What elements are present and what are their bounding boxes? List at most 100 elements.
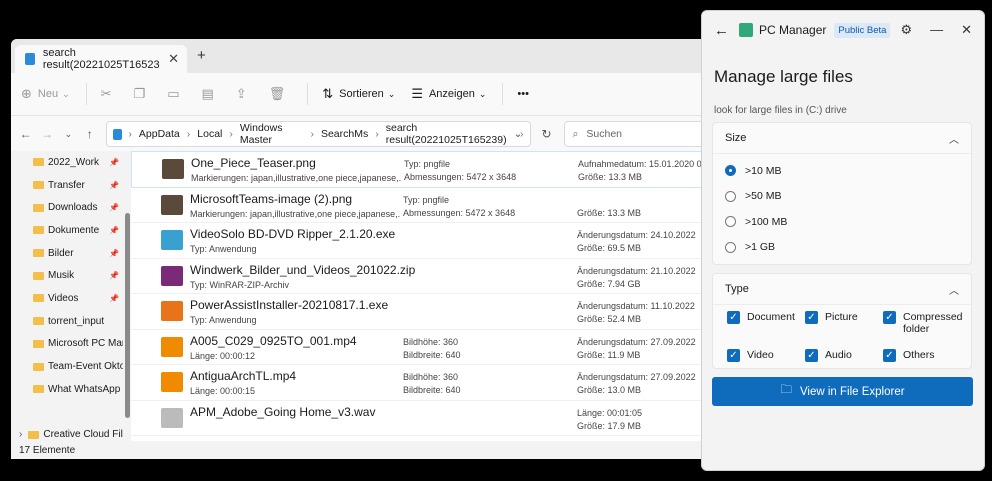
checkbox-checked-icon[interactable]: ✓ (727, 311, 740, 324)
back-arrow-icon[interactable]: ← (714, 22, 729, 39)
breadcrumb-windows-master[interactable]: Windows Master (240, 122, 304, 146)
share-button[interactable]: ⇪ (236, 86, 253, 102)
new-tab-icon[interactable]: + (197, 47, 206, 64)
checkbox-checked-icon[interactable]: ✓ (805, 311, 818, 324)
new-button[interactable]: ⊕ Neu ⌄ (21, 86, 70, 102)
more-button[interactable]: ••• (517, 88, 529, 100)
file-row[interactable]: APM_Adobe_Going Home_v3.wav Länge: 00:01:… (131, 401, 711, 436)
type-option[interactable]: ✓ Audio (805, 349, 883, 362)
explorer-tab[interactable]: search result(20221025T16523 ✕ (15, 45, 187, 73)
forward-arrow-icon[interactable]: → (36, 127, 57, 141)
breadcrumb-search-result[interactable]: search result(20221025T165239) (386, 122, 513, 146)
checkbox-checked-icon[interactable]: ✓ (883, 311, 896, 324)
minimize-icon[interactable]: — (930, 22, 943, 38)
rename-button[interactable]: ▤ (202, 86, 220, 102)
size-section-header[interactable]: Size ︿ (713, 123, 971, 154)
file-name: One_Piece_Teaser.png (191, 156, 316, 170)
copy-icon: ❐ (133, 86, 146, 101)
refresh-icon[interactable]: ↻ (541, 127, 551, 141)
close-icon[interactable]: ✕ (961, 22, 972, 38)
delete-button[interactable]: 🗑 (269, 86, 292, 102)
sidebar-item[interactable]: Microsoft PC Manag (11, 333, 123, 356)
sidebar-item[interactable]: torrent_input (11, 310, 123, 333)
file-row[interactable]: One_Piece_Teaser.png Markierungen: japan,… (131, 151, 711, 188)
radio-button[interactable] (725, 241, 736, 253)
radio-button[interactable] (725, 216, 736, 228)
chevron-right-icon: › (375, 128, 379, 140)
paste-button[interactable]: ▭ (167, 86, 185, 102)
chevron-up-icon[interactable]: ︿ (949, 282, 959, 297)
sidebar-item[interactable]: Transfer 📌 (11, 174, 123, 197)
navigation-scrollbar[interactable] (123, 151, 131, 441)
folder-icon (33, 249, 44, 258)
file-detail: Länge: 00:00:12 (190, 350, 256, 361)
sidebar-item[interactable] (11, 401, 123, 424)
sidebar-item-label: Creative Cloud Files (43, 429, 123, 441)
file-property: Bildbreite: 640 (403, 385, 461, 395)
sidebar-item[interactable]: Videos 📌 (11, 287, 123, 310)
type-option[interactable]: ✓ Video (727, 349, 805, 362)
view-in-file-explorer-button[interactable]: 🗀 View in File Explorer (712, 377, 973, 406)
tab-title: search result(20221025T16523 (42, 47, 160, 71)
size-option-label: >1 GB (745, 241, 776, 254)
file-row[interactable]: PowerAssistInstaller-20210817.1.exe Typ: … (131, 294, 711, 330)
cut-button[interactable]: ✂ (101, 86, 118, 102)
view-button[interactable]: ☰ Anzeigen ⌄ (411, 86, 486, 102)
file-property: Abmessungen: 5472 x 3648 (404, 172, 517, 182)
gear-icon[interactable]: ⚙ (900, 22, 912, 38)
file-row[interactable]: A005_C029_0925TO_001.mp4 Länge: 00:00:12 B… (131, 330, 711, 365)
expand-chevron-icon[interactable]: › (19, 429, 22, 440)
chevron-up-icon[interactable]: ︿ (949, 131, 959, 146)
type-option[interactable]: ✓ Document (727, 311, 805, 335)
sidebar-item[interactable]: Downloads 📌 (11, 196, 123, 219)
scrollbar-thumb[interactable] (125, 213, 130, 418)
file-detail: Markierungen: japan,illustrative,one pie… (190, 208, 400, 219)
sidebar-item[interactable]: Team-Event Oktobe (11, 355, 123, 378)
sort-button[interactable]: ⇅ Sortieren ⌄ (322, 86, 395, 102)
type-section-header[interactable]: Type ︿ (713, 274, 971, 305)
file-icon (161, 265, 183, 286)
size-option[interactable]: >100 MB (713, 209, 971, 235)
type-option[interactable]: ✓ Picture (805, 311, 883, 335)
checkbox-checked-icon[interactable]: ✓ (805, 349, 818, 362)
breadcrumb-searchms[interactable]: SearchMs (321, 128, 368, 140)
type-option[interactable]: ✓ Others (883, 349, 973, 362)
file-row[interactable]: VideoSolo BD-DVD Ripper_2.1.20.exe Typ: A… (131, 223, 711, 259)
back-arrow-icon[interactable]: ← (15, 127, 36, 141)
sidebar-item[interactable]: What WhatsApp wa (11, 378, 123, 401)
file-name: MicrosoftTeams-image (2).png (190, 191, 353, 206)
breadcrumb-local[interactable]: Local (197, 128, 222, 140)
size-option[interactable]: >50 MB (713, 184, 971, 210)
pin-icon: 📌 (109, 203, 119, 213)
file-date: Änderungsdatum: 21.10.2022 (577, 265, 696, 276)
size-option[interactable]: >1 GB (713, 235, 971, 261)
radio-button[interactable] (725, 190, 736, 202)
close-tab-icon[interactable]: ✕ (168, 51, 179, 67)
chevron-down-icon[interactable]: ⌄ (514, 128, 523, 140)
file-row[interactable]: MicrosoftTeams-image (2).png Markierungen… (131, 188, 711, 223)
breadcrumb-appdata[interactable]: AppData (139, 128, 180, 140)
radio-button[interactable] (725, 165, 736, 177)
file-row[interactable]: Windwerk_Bilder_und_Videos_201022.zip Typ… (131, 259, 711, 294)
file-detail: Typ: Anwendung (190, 315, 257, 325)
file-property: Typ: pngfile (404, 159, 451, 169)
sidebar-item[interactable]: Dokumente 📌 (11, 219, 123, 242)
address-bar[interactable]: › AppData › Local › Windows Master › Search… (106, 121, 532, 147)
size-options: >10 MB >50 MB >100 MB >1 GB (713, 154, 971, 264)
pin-icon: 📌 (109, 271, 119, 281)
sidebar-item[interactable]: Bilder 📌 (11, 242, 123, 265)
file-row[interactable]: AntiguaArchTL.mp4 Länge: 00:00:15 Bildhöhe… (131, 365, 711, 401)
type-option-label: Others (903, 349, 935, 361)
sidebar-item[interactable]: Musik 📌 (11, 264, 123, 287)
type-option[interactable]: ✓ Compressed folder (883, 311, 973, 335)
up-arrow-icon[interactable]: ↑ (79, 127, 100, 141)
sidebar-item[interactable]: 2022_Work 📌 (11, 151, 123, 174)
checkbox-checked-icon[interactable]: ✓ (727, 349, 740, 362)
search-box[interactable]: ⌕ Suchen (563, 121, 711, 147)
sidebar-item-label: What WhatsApp wa (48, 383, 123, 395)
recent-chevron-icon[interactable]: ⌄ (58, 129, 79, 140)
copy-button[interactable]: ❐ (134, 86, 152, 102)
checkbox-checked-icon[interactable]: ✓ (883, 349, 896, 362)
divider (502, 83, 504, 105)
size-option[interactable]: >10 MB (713, 158, 971, 184)
